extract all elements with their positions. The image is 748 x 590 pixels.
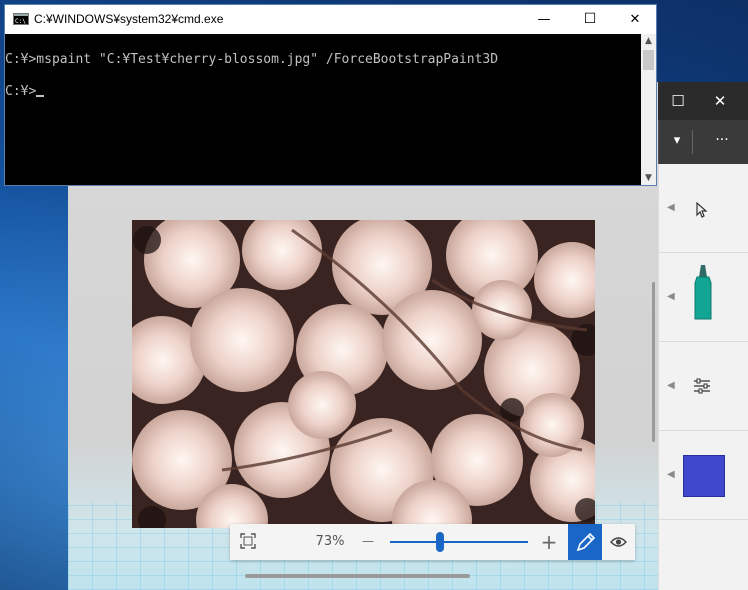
- expand-chevron-icon: ◀: [667, 469, 675, 480]
- cmd-prompt: C:¥>: [5, 84, 37, 99]
- text-cursor: [36, 95, 45, 97]
- horizontal-scrollbar[interactable]: [245, 574, 470, 578]
- edit-pencil-button[interactable]: [568, 524, 602, 560]
- tools-side-panel: ◀ ◀ ◀ ◀: [658, 164, 748, 590]
- cmd-command-line: C:¥>mspaint "C:¥Test¥cherry-blossom.jpg"…: [5, 52, 499, 67]
- adjustments-tool[interactable]: ◀: [659, 342, 748, 431]
- cmd-prompt-line: C:¥>: [5, 84, 45, 99]
- cmd-close-button[interactable]: ✕: [612, 5, 658, 34]
- cmd-minimize-button[interactable]: —: [521, 5, 567, 34]
- more-options-button[interactable]: ···: [702, 120, 742, 164]
- zoom-slider-thumb[interactable]: [435, 532, 444, 552]
- select-tool[interactable]: ◀: [659, 164, 748, 253]
- cursor-icon: [696, 202, 708, 218]
- zoom-percentage: 73%: [315, 534, 345, 549]
- cherry-blossom-photo: [132, 220, 595, 528]
- marker-icon: [694, 265, 712, 320]
- view-3d-button[interactable]: [602, 524, 635, 560]
- zoom-in-button[interactable]: +: [538, 524, 560, 560]
- expand-chevron-icon: ◀: [667, 291, 675, 302]
- paint-toolbar: ▾ ···: [658, 120, 748, 164]
- zoom-out-button[interactable]: —: [358, 524, 378, 560]
- svg-text:C:\: C:\: [15, 18, 26, 24]
- sliders-icon: [694, 378, 710, 394]
- color-swatch[interactable]: [683, 455, 725, 497]
- cmd-console-output[interactable]: C:¥>mspaint "C:¥Test¥cherry-blossom.jpg"…: [5, 34, 641, 185]
- paint-maximize-button[interactable]: ☐: [658, 82, 698, 120]
- cherry-blossom-image[interactable]: [132, 220, 595, 528]
- paint-close-button[interactable]: ✕: [700, 82, 740, 120]
- cmd-window: C:\ C:¥WINDOWS¥system32¥cmd.exe — ☐ ✕ C:…: [4, 4, 657, 186]
- eye-icon: [610, 537, 627, 547]
- toolbar-separator: [692, 130, 693, 154]
- cmd-app-icon: C:\: [13, 13, 29, 25]
- zoom-slider-track[interactable]: [390, 541, 528, 543]
- toolbar-divider: [658, 120, 659, 164]
- cmd-window-title: C:¥WINDOWS¥system32¥cmd.exe: [34, 12, 224, 26]
- expand-chevron-icon: ◀: [667, 380, 675, 391]
- marker-tool[interactable]: ◀: [659, 253, 748, 342]
- cmd-titlebar[interactable]: C:\ C:¥WINDOWS¥system32¥cmd.exe — ☐ ✕: [5, 5, 656, 34]
- fit-to-screen-icon[interactable]: [240, 533, 256, 549]
- vertical-scrollbar[interactable]: [652, 282, 655, 442]
- pencil-icon: [576, 532, 596, 552]
- cmd-vertical-scrollbar[interactable]: ▲ ▼: [641, 34, 656, 185]
- scroll-down-arrow-icon[interactable]: ▼: [641, 171, 656, 185]
- cmd-scroll-thumb[interactable]: [643, 50, 654, 70]
- toolbar-dropdown-button[interactable]: ▾: [666, 120, 688, 164]
- cmd-maximize-button[interactable]: ☐: [567, 5, 613, 34]
- paint-titlebar: ☐ ✕: [658, 82, 748, 120]
- expand-chevron-icon: ◀: [667, 202, 675, 213]
- scroll-up-arrow-icon[interactable]: ▲: [641, 34, 656, 48]
- color-tool[interactable]: ◀: [659, 431, 748, 520]
- zoom-bar: 73% — +: [230, 524, 635, 560]
